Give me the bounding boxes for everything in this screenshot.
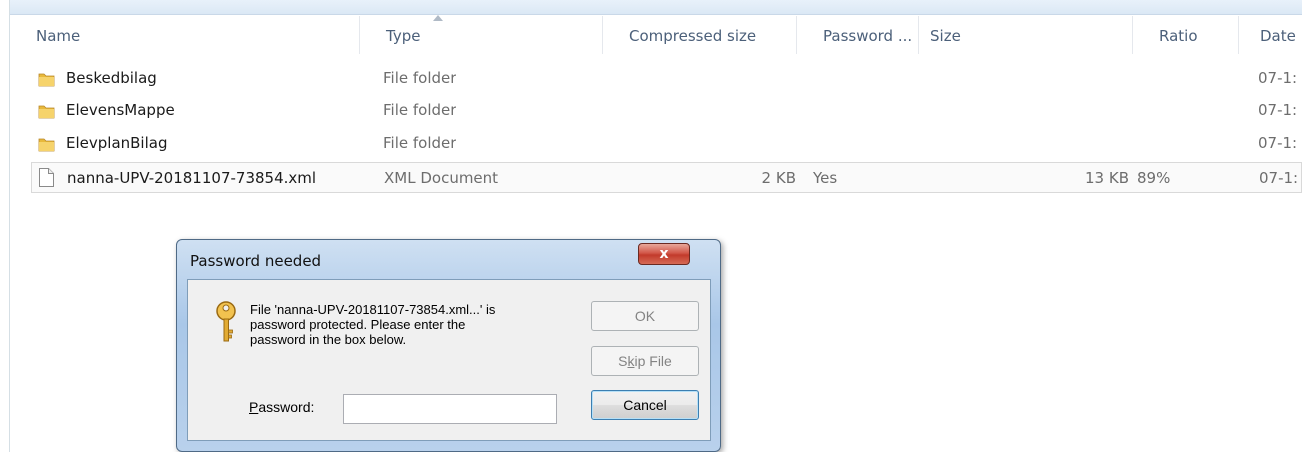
file-size: 13 KB	[1085, 169, 1129, 187]
file-date: 07-1:	[1259, 169, 1299, 187]
cancel-button[interactable]: Cancel	[591, 390, 699, 420]
dialog-body: File 'nanna-UPV-20181107-73854.xml...' i…	[187, 279, 711, 441]
list-item-selected[interactable]: nanna-UPV-20181107-73854.xml XML Documen…	[31, 162, 1302, 193]
file-icon	[39, 168, 54, 187]
toolbar-strip	[10, 0, 1302, 15]
column-header-name[interactable]: Name	[10, 16, 359, 54]
file-ratio: 89%	[1137, 169, 1171, 187]
file-date: 07-1:	[1258, 101, 1298, 119]
password-label: Password:	[249, 399, 315, 415]
ok-button[interactable]: OK	[591, 301, 699, 331]
column-header-compressed-size[interactable]: Compressed size	[602, 16, 796, 54]
column-header-ratio[interactable]: Ratio	[1132, 16, 1238, 54]
column-header-row: Name Type Compressed size Password ... S…	[10, 15, 1302, 54]
key-icon	[216, 301, 236, 342]
file-name: Beskedbilag	[66, 69, 157, 87]
file-compressed-size: 2 KB	[761, 169, 796, 187]
skip-file-button[interactable]: Skip File	[591, 346, 699, 376]
file-type: XML Document	[384, 169, 499, 187]
column-header-size[interactable]: Size	[918, 16, 1132, 54]
file-type: File folder	[383, 101, 457, 119]
file-date: 07-1:	[1258, 69, 1298, 87]
column-header-password[interactable]: Password ...	[796, 16, 918, 54]
list-item[interactable]: ElevplanBilag File folder 07-1:	[10, 131, 1302, 156]
column-header-date[interactable]: Date	[1238, 16, 1302, 54]
password-input[interactable]	[343, 394, 557, 424]
file-type: File folder	[383, 69, 457, 87]
list-item[interactable]: Beskedbilag File folder 07-1:	[10, 66, 1302, 91]
file-name: ElevplanBilag	[66, 134, 168, 152]
file-type: File folder	[383, 134, 457, 152]
file-name: nanna-UPV-20181107-73854.xml	[67, 169, 317, 187]
left-panel-edge	[0, 0, 10, 452]
close-button[interactable]: x	[638, 243, 690, 265]
file-password: Yes	[813, 169, 838, 187]
folder-icon	[38, 138, 55, 152]
list-item[interactable]: ElevensMappe File folder 07-1:	[10, 98, 1302, 123]
folder-icon	[38, 105, 55, 119]
dialog-title: Password needed	[190, 252, 322, 270]
file-date: 07-1:	[1258, 134, 1298, 152]
dialog-message: File 'nanna-UPV-20181107-73854.xml...' i…	[250, 302, 496, 347]
folder-icon	[38, 73, 55, 87]
close-icon: x	[659, 246, 669, 262]
password-dialog: Password needed x File 'nanna-UPV-201811…	[176, 239, 721, 452]
file-name: ElevensMappe	[66, 101, 175, 119]
column-header-type[interactable]: Type	[359, 16, 602, 54]
